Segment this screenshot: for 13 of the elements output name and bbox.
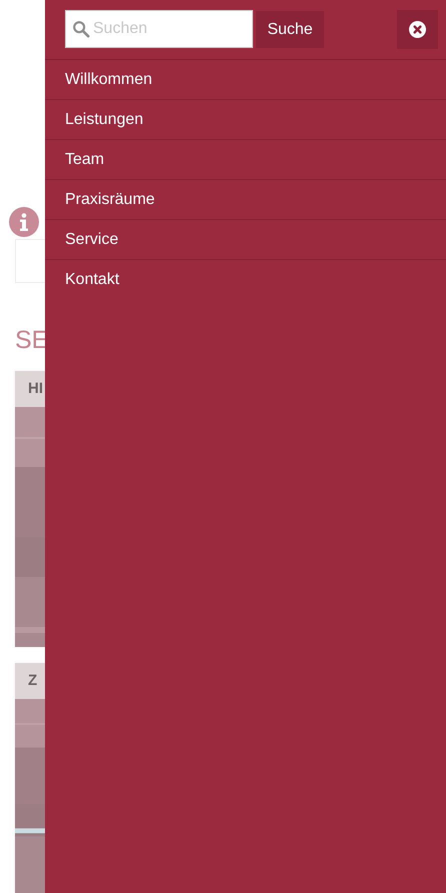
menu-item[interactable]: Kontakt [45,260,446,299]
close-button[interactable] [397,10,438,49]
menu-item[interactable]: Service [45,220,446,260]
menu-item[interactable]: Leistungen [45,100,446,140]
menu-item[interactable]: Praxisräume [45,180,446,220]
section-heading: SE [15,326,48,354]
menu-item[interactable]: Willkommen [45,60,446,100]
menu-item[interactable]: Team [45,140,446,180]
service-card[interactable]: Z [15,663,75,893]
search-button[interactable]: Suche [256,11,324,48]
info-icon [9,207,39,237]
service-card[interactable]: HI [15,371,75,647]
close-icon [409,21,426,38]
